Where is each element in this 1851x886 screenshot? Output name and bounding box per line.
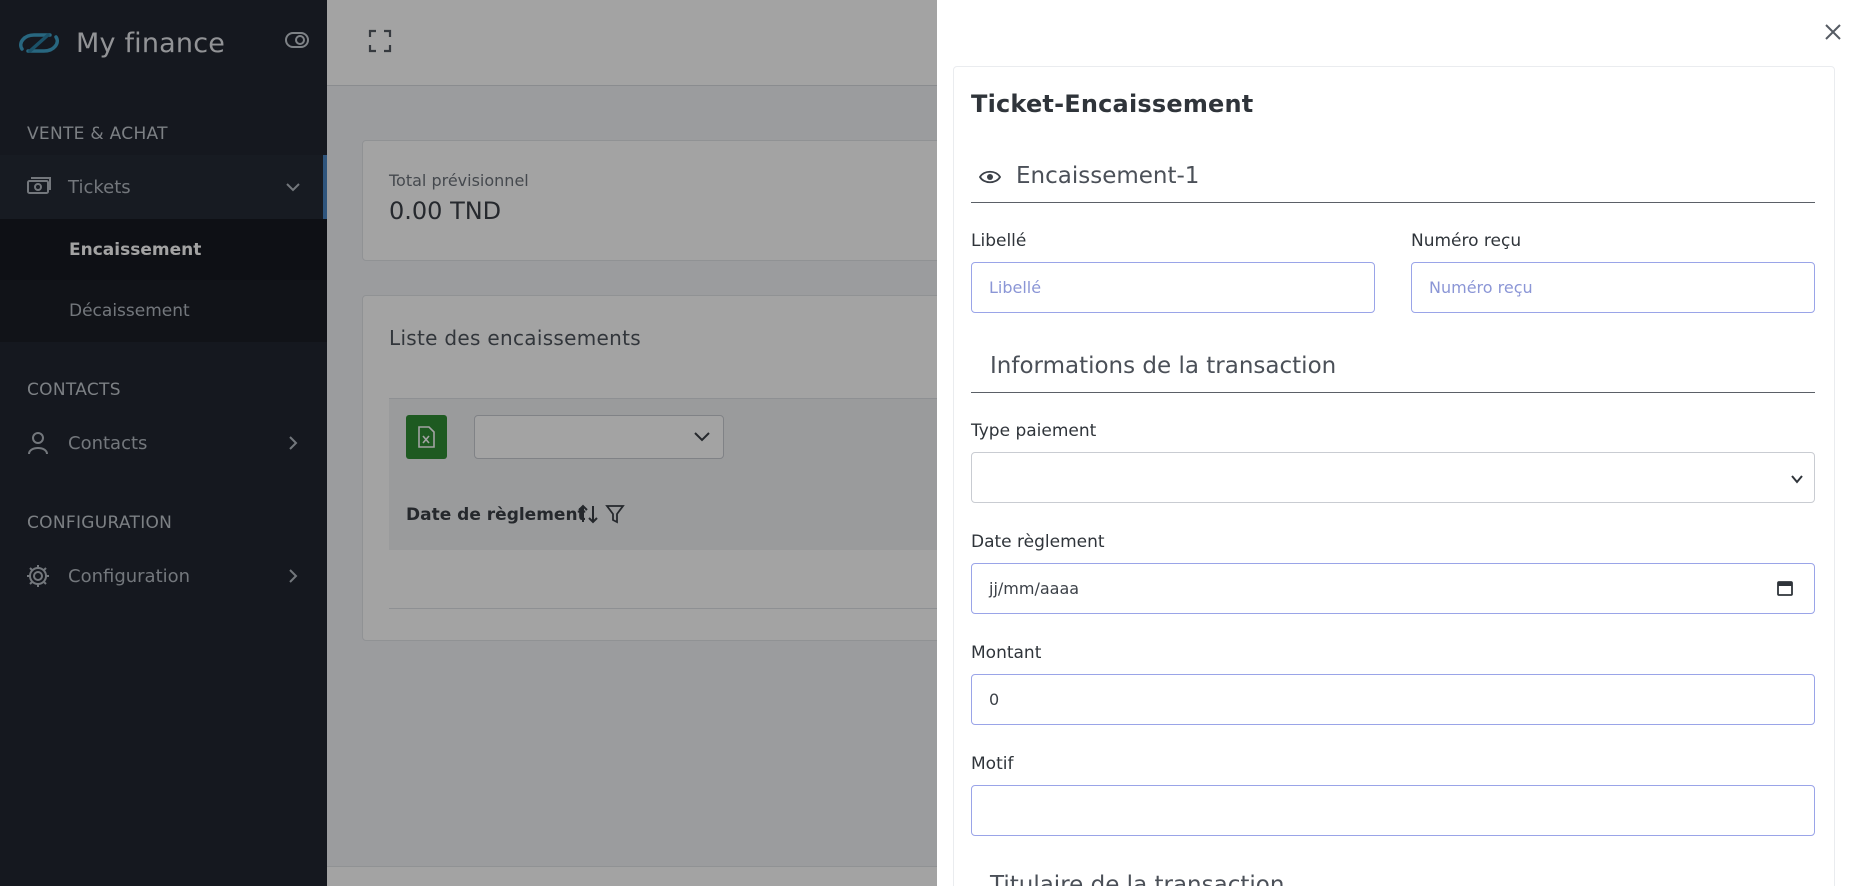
- calendar-icon[interactable]: [1776, 579, 1794, 597]
- libelle-label: Libellé: [971, 231, 1027, 251]
- ticket-panel: Ticket-Encaissement Encaissement-1 Libel…: [937, 0, 1851, 886]
- section-transaction: Informations de la transaction: [971, 343, 1815, 393]
- date-reglement-input[interactable]: jj/mm/aaaa: [971, 563, 1815, 614]
- motif-input[interactable]: [971, 785, 1815, 836]
- numero-recu-label: Numéro reçu: [1411, 231, 1522, 251]
- montant-input[interactable]: 0: [971, 674, 1815, 725]
- date-reglement-label: Date règlement: [971, 532, 1105, 552]
- section-title: Informations de la transaction: [990, 353, 1337, 379]
- section-title: Titulaire de la transaction: [990, 872, 1285, 886]
- type-paiement-label: Type paiement: [971, 421, 1097, 441]
- panel-title: Ticket-Encaissement: [971, 90, 1254, 118]
- section-titulaire: Titulaire de la transaction: [971, 862, 1815, 886]
- section-encaissement: Encaissement-1: [971, 153, 1815, 203]
- section-title: Encaissement-1: [1016, 163, 1200, 189]
- libelle-input[interactable]: [971, 262, 1375, 313]
- eye-icon[interactable]: [979, 169, 1001, 185]
- montant-value: 0: [989, 690, 1000, 709]
- type-paiement-select[interactable]: [971, 452, 1815, 503]
- close-icon[interactable]: [1822, 21, 1844, 43]
- montant-label: Montant: [971, 643, 1042, 663]
- numero-recu-input[interactable]: [1411, 262, 1815, 313]
- motif-label: Motif: [971, 754, 1014, 774]
- date-placeholder: jj/mm/aaaa: [989, 579, 1080, 598]
- chevron-down-icon: [1791, 475, 1803, 484]
